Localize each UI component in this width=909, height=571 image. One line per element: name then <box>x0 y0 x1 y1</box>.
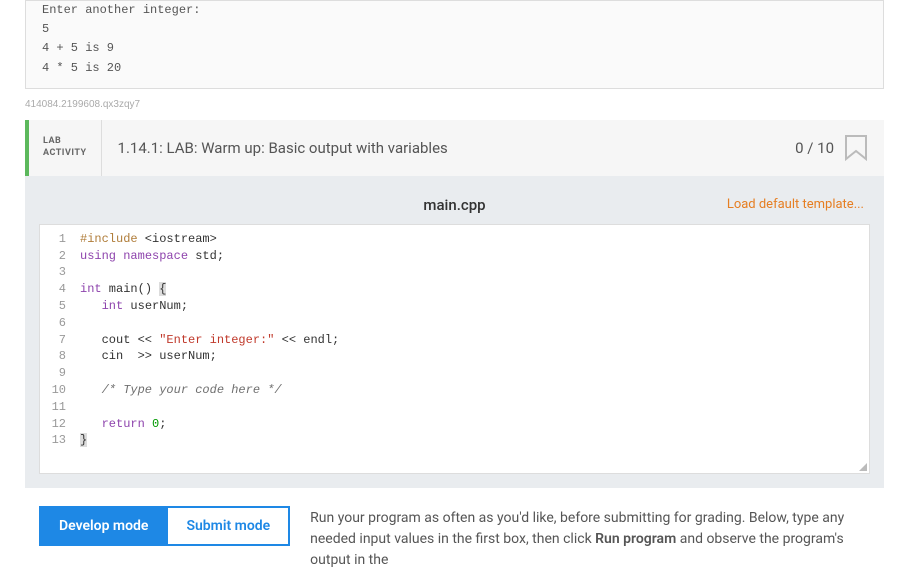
line-number: 12 <box>50 416 66 433</box>
line-number: 6 <box>50 315 66 332</box>
lab-card: LAB ACTIVITY 1.14.1: LAB: Warm up: Basic… <box>25 120 884 571</box>
output-line: 4 + 5 is 9 <box>42 39 867 58</box>
lab-score: 0 / 10 <box>785 139 844 157</box>
line-number: 5 <box>50 298 66 315</box>
line-number: 3 <box>50 264 66 281</box>
line-number: 9 <box>50 365 66 382</box>
editor-area: main.cpp Load default template... 1 2 3 … <box>25 176 884 488</box>
resize-handle-icon[interactable] <box>855 459 867 471</box>
desc-bold: Run program <box>595 531 676 547</box>
code-editor[interactable]: 1 2 3 4 5 6 7 8 9 10 11 12 13 #include <… <box>39 224 870 474</box>
badge-line2: ACTIVITY <box>43 148 87 160</box>
watermark-id: 414084.2199608.qx3zqy7 <box>25 99 884 110</box>
line-number: 2 <box>50 248 66 265</box>
line-number: 4 <box>50 281 66 298</box>
bookmark-icon[interactable] <box>844 134 868 162</box>
program-output-box: Enter another integer: 5 4 + 5 is 9 4 * … <box>25 0 884 89</box>
output-line: 5 <box>42 20 867 39</box>
output-line: Enter another integer: <box>42 1 867 20</box>
line-number: 8 <box>50 348 66 365</box>
mode-switch-row: Develop mode Submit mode Run your progra… <box>25 488 884 571</box>
output-line: 4 * 5 is 20 <box>42 59 867 78</box>
line-number: 13 <box>50 432 66 449</box>
load-default-template-link[interactable]: Load default template... <box>727 197 864 212</box>
line-number: 10 <box>50 382 66 399</box>
mode-buttons: Develop mode Submit mode <box>39 506 290 546</box>
line-number-gutter: 1 2 3 4 5 6 7 8 9 10 11 12 13 <box>40 225 72 473</box>
code-content[interactable]: #include <iostream> using namespace std;… <box>72 225 869 473</box>
editor-topbar: main.cpp Load default template... <box>39 190 870 224</box>
submit-mode-button[interactable]: Submit mode <box>168 506 290 546</box>
develop-mode-button[interactable]: Develop mode <box>39 506 168 546</box>
line-number: 7 <box>50 332 66 349</box>
line-number: 11 <box>50 399 66 416</box>
lab-title: 1.14.1: LAB: Warm up: Basic output with … <box>102 139 786 157</box>
line-number: 1 <box>50 231 66 248</box>
lab-header: LAB ACTIVITY 1.14.1: LAB: Warm up: Basic… <box>25 120 884 176</box>
mode-description: Run your program as often as you'd like,… <box>310 506 870 571</box>
lab-activity-badge: LAB ACTIVITY <box>29 120 102 176</box>
badge-line1: LAB <box>43 136 87 148</box>
filename-label: main.cpp <box>423 196 485 214</box>
